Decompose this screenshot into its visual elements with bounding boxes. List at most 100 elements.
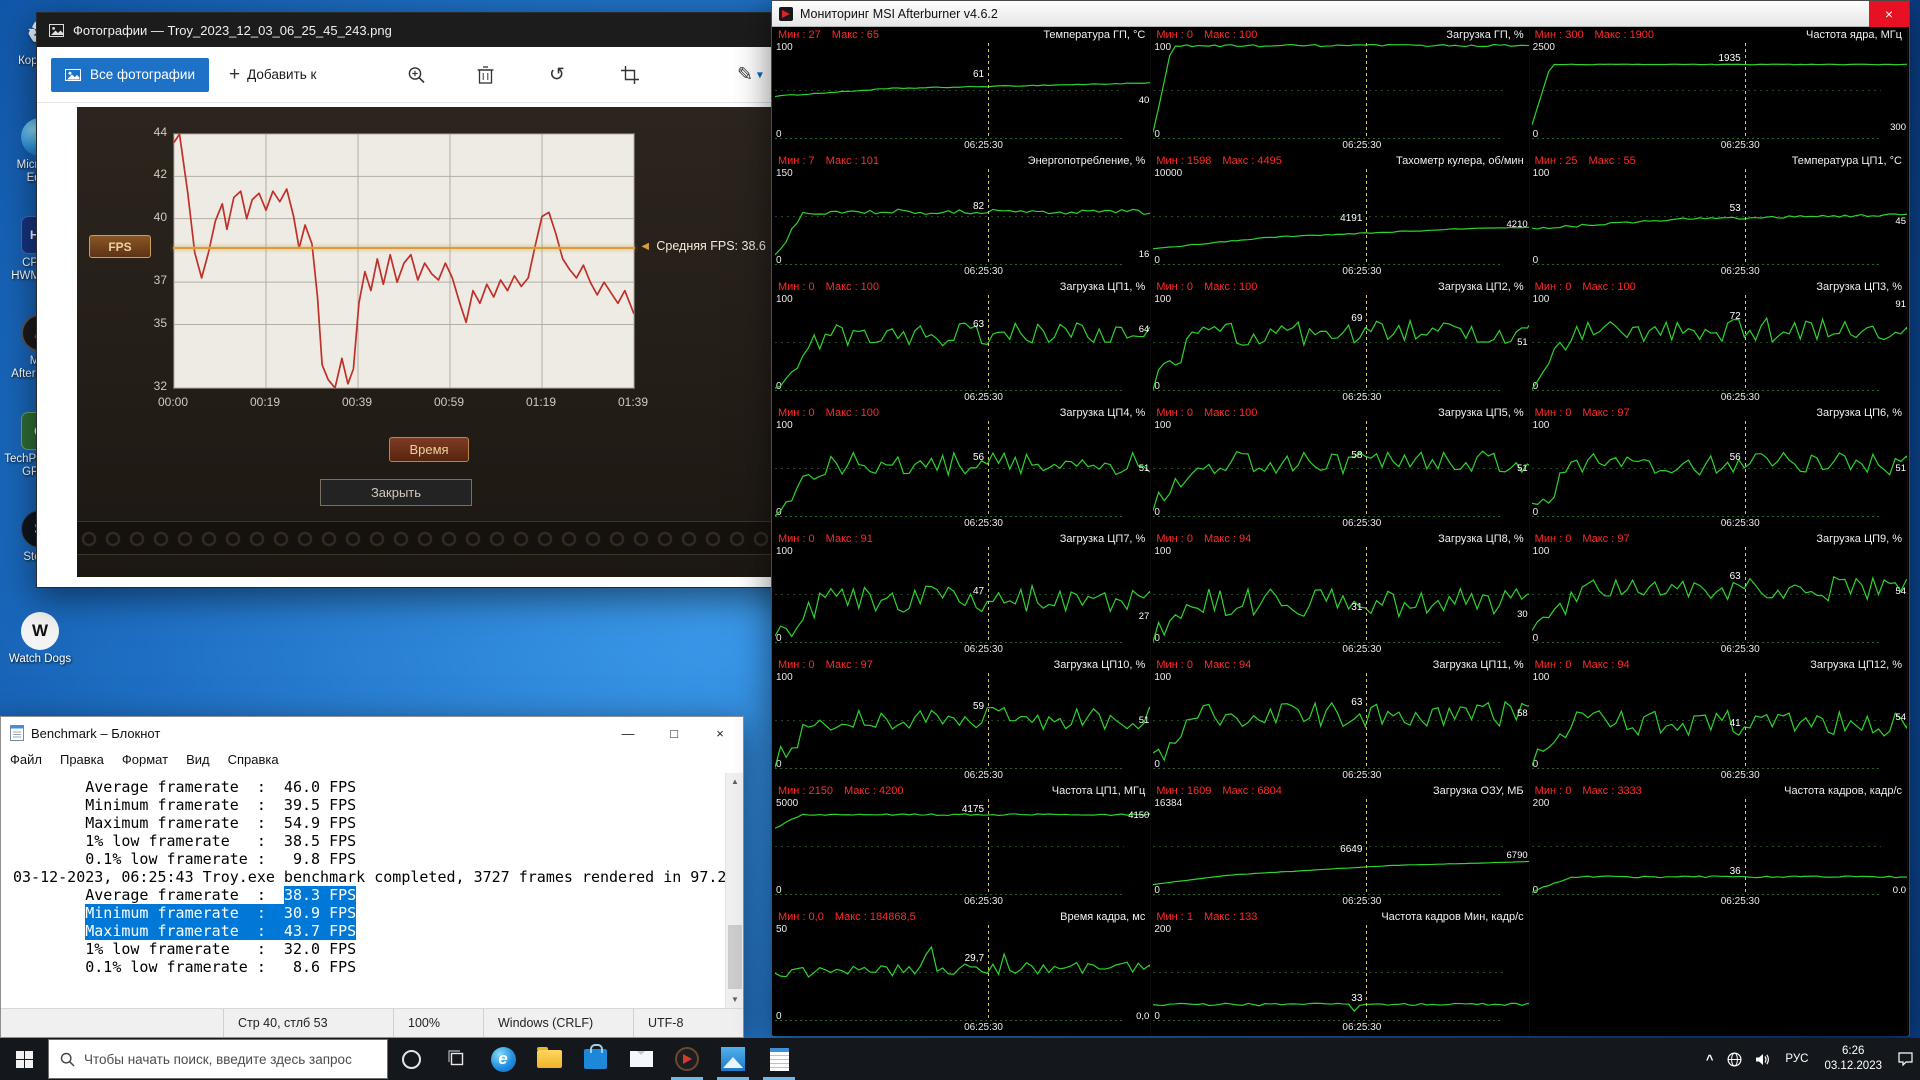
photos-icon (721, 1047, 745, 1071)
ab-current-value: 91 (1881, 299, 1906, 310)
search-placeholder: Чтобы начать поиск, введите здесь запрос (84, 1052, 352, 1067)
rotate-button[interactable]: ↺ (549, 63, 565, 86)
ab-graph-panel: Мин : 0,0 Макс : 184868,5Время кадра, мс… (773, 910, 1151, 1036)
tray-date: 03.12.2023 (1824, 1059, 1882, 1074)
ab-graph-title: Энергопотребление, % (1028, 155, 1146, 167)
ab-current-value: 16 (1124, 249, 1149, 260)
afterburner-app-icon (779, 7, 793, 21)
ab-baseline (1532, 768, 1881, 769)
taskbar-search-input[interactable]: Чтобы начать поиск, введите здесь запрос (48, 1039, 388, 1079)
troy-benchmark-image: FPS ◄Средняя FPS: 38.6 Время Закрыть 00:… (77, 107, 812, 577)
network-icon[interactable] (1720, 1038, 1749, 1080)
afterburner-titlebar[interactable]: Мониторинг MSI Afterburner v4.6.2 × (772, 1, 1909, 27)
benchmark-close-button[interactable]: Закрыть (320, 479, 472, 506)
ab-cursor-line (1366, 547, 1367, 642)
close-button[interactable]: × (697, 717, 743, 749)
tray-chevron-icon[interactable]: ^ (1699, 1038, 1721, 1080)
desktop-icon-watch-dogs[interactable]: WWatch Dogs (2, 612, 78, 666)
ab-cursor-value: 63 (1324, 697, 1362, 708)
ab-timestamp: 06:25:30 (1342, 140, 1381, 151)
taskbar-app-afterburner[interactable] (664, 1038, 710, 1080)
notepad-text-area[interactable]: Average framerate : 46.0 FPS Minimum fra… (1, 773, 725, 1008)
ab-baseline (1532, 390, 1881, 391)
ab-timestamp: 06:25:30 (1342, 770, 1381, 781)
ab-plot (1153, 547, 1529, 642)
ab-cursor-line (1745, 295, 1746, 390)
scroll-up-icon[interactable]: ▲ (726, 773, 744, 790)
ab-minmax-label: Мин : 0 Макс : 97 (1535, 407, 1630, 419)
start-button[interactable] (0, 1038, 48, 1080)
ab-current-value: 45 (1881, 216, 1906, 227)
ab-baseline (775, 390, 1124, 391)
fps-x-tick: 00:39 (333, 395, 381, 409)
menu-item-edit[interactable]: Правка (51, 749, 113, 773)
tray-time: 6:26 (1842, 1044, 1864, 1059)
greek-wave-ornament (77, 521, 812, 555)
ab-graph-title: Загрузка ЦП12, % (1810, 659, 1902, 671)
volume-icon[interactable] (1749, 1038, 1778, 1080)
maximize-button[interactable]: □ (651, 717, 697, 749)
ab-graph-title: Загрузка ЦП7, % (1060, 533, 1146, 545)
task-view-button[interactable] (434, 1038, 480, 1080)
ab-cursor-value: 56 (1703, 452, 1741, 463)
close-button[interactable]: × (1869, 1, 1909, 27)
scrollbar-thumb[interactable] (728, 925, 742, 989)
delete-button[interactable] (477, 65, 494, 84)
menu-item-help[interactable]: Справка (219, 749, 288, 773)
cortana-button[interactable] (388, 1038, 434, 1080)
ab-graph-panel: Мин : 7 Макс : 101Энергопотребление, %15… (773, 154, 1151, 280)
crop-button[interactable] (621, 66, 639, 84)
scroll-down-icon[interactable]: ▼ (726, 991, 744, 1008)
menu-item-format[interactable]: Формат (113, 749, 177, 773)
taskbar-app-mail[interactable] (618, 1038, 664, 1080)
notepad-titlebar[interactable]: Benchmark – Блокнот — □ × (1, 717, 743, 749)
clock[interactable]: 6:26 03.12.2023 (1815, 1038, 1891, 1080)
ab-timestamp: 06:25:30 (1721, 266, 1760, 277)
notepad-text-segment: Maximum framerate : 43.7 FPS (85, 922, 356, 940)
notepad-line: 1% low framerate : 38.5 FPS (13, 832, 725, 850)
ab-graph-panel: Мин : 1609 Макс : 6804Загрузка ОЗУ, МБ16… (1151, 784, 1529, 910)
ab-graph-panel: Мин : 0 Макс : 94Загрузка ЦП11, %1000635… (1151, 658, 1529, 784)
taskbar-app-store[interactable] (572, 1038, 618, 1080)
menu-item-file[interactable]: Файл (1, 749, 51, 773)
menu-item-view[interactable]: Вид (177, 749, 219, 773)
ab-timestamp: 06:25:30 (1342, 644, 1381, 655)
ab-cursor-line (1366, 421, 1367, 516)
minimize-button[interactable]: — (605, 717, 651, 749)
ab-timestamp: 06:25:30 (1721, 896, 1760, 907)
ab-graph-panel: Мин : 0 Макс : 97Загрузка ЦП9, %10006354… (1530, 532, 1908, 658)
language-indicator[interactable]: РУС (1778, 1038, 1815, 1080)
ab-timestamp: 06:25:30 (964, 896, 1003, 907)
ab-plot (775, 43, 1151, 138)
all-photos-tab[interactable]: Все фотографии (51, 58, 209, 92)
ab-baseline (1153, 1020, 1502, 1021)
photo-collection-icon (65, 67, 81, 83)
taskbar-app-file-explorer[interactable] (526, 1038, 572, 1080)
action-center-icon[interactable] (1891, 1038, 1920, 1080)
afterburner-window: Мониторинг MSI Afterburner v4.6.2 × Мин … (771, 0, 1910, 1036)
ab-graph-title: Температура ЦП1, °C (1792, 155, 1902, 167)
notepad-text-segment (13, 922, 85, 940)
ab-baseline (1153, 138, 1502, 139)
ab-graph-panel: Мин : 0 Макс : 94Загрузка ЦП12, %1000415… (1530, 658, 1908, 784)
taskbar-app-notepad[interactable] (756, 1038, 802, 1080)
plus-icon: + (229, 65, 240, 84)
afterburner-graph-grid: Мин : 27 Макс : 65Температура ГП, °C1000… (773, 28, 1908, 1034)
taskbar-app-edge[interactable]: e (480, 1038, 526, 1080)
ab-timestamp: 06:25:30 (1721, 644, 1760, 655)
notepad-window-title: Benchmark – Блокнот (31, 726, 160, 741)
ab-cursor-value: 63 (1703, 571, 1741, 582)
time-tab-button[interactable]: Время (389, 437, 469, 462)
edit-button[interactable]: ✎ ▾ (737, 63, 763, 86)
ab-graph-panel: Мин : 2150 Макс : 4200Частота ЦП1, МГц50… (773, 784, 1151, 910)
system-tray: ^ РУС 6:26 03.12.2023 (1699, 1038, 1920, 1080)
ab-graph-title: Загрузка ОЗУ, МБ (1433, 785, 1524, 797)
add-to-button[interactable]: + Добавить к (229, 65, 316, 84)
vertical-scrollbar[interactable]: ▲ ▼ (725, 773, 743, 1008)
zoom-button[interactable] (407, 65, 426, 84)
ab-graph-panel: Мин : 0 Макс : 3333Частота кадров, кадр/… (1530, 784, 1908, 910)
taskbar-app-photos[interactable] (710, 1038, 756, 1080)
ab-graph-title: Загрузка ЦП6, % (1816, 407, 1902, 419)
ab-plot (775, 169, 1151, 264)
ab-graph-title: Загрузка ЦП11, % (1433, 659, 1524, 671)
